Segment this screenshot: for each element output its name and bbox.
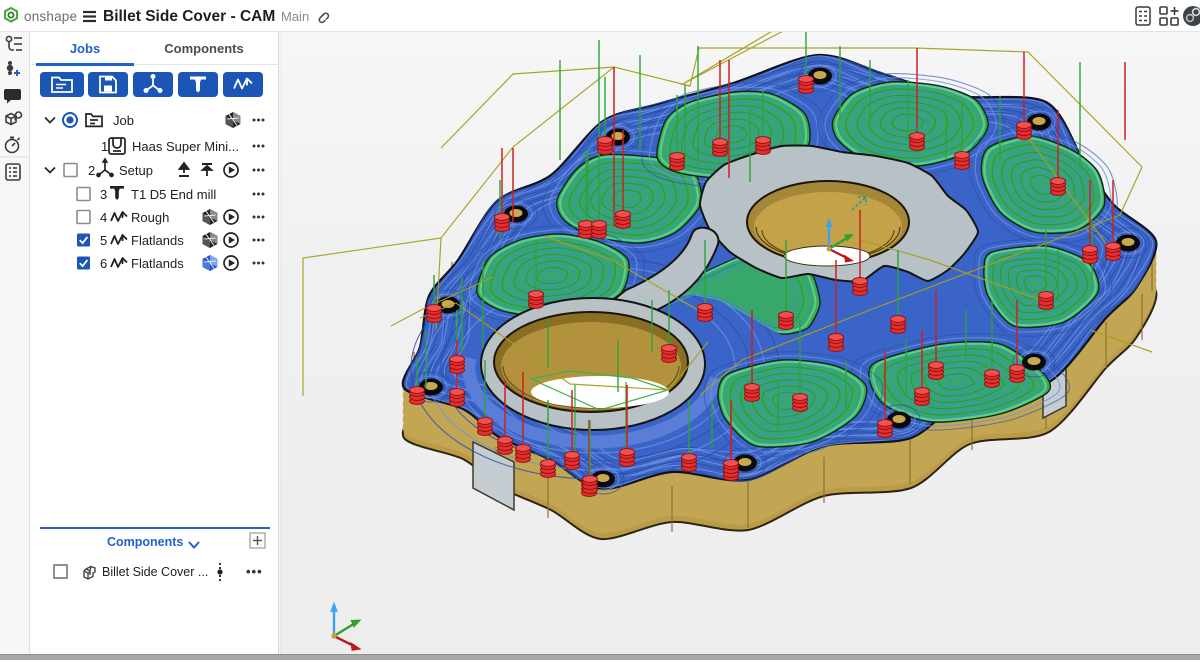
svg-text:Haas Super Mini...: Haas Super Mini... xyxy=(132,139,239,154)
svg-text:5: 5 xyxy=(100,233,107,248)
svg-text:Main: Main xyxy=(281,9,309,24)
svg-text:Flatlands: Flatlands xyxy=(131,233,184,248)
svg-text:Billet Side Cover ...: Billet Side Cover ... xyxy=(102,565,208,579)
svg-text:Rough: Rough xyxy=(131,210,169,225)
svg-text:2: 2 xyxy=(88,163,95,178)
svg-text:6: 6 xyxy=(100,256,107,271)
svg-text:•••: ••• xyxy=(246,564,263,579)
svg-text:T1 D5 End mill: T1 D5 End mill xyxy=(131,187,216,202)
svg-text:Flatlands: Flatlands xyxy=(131,256,184,271)
svg-text:4: 4 xyxy=(100,210,107,225)
svg-text:1: 1 xyxy=(101,139,108,154)
svg-text:3: 3 xyxy=(100,187,107,202)
svg-text:Setup: Setup xyxy=(119,163,153,178)
svg-text:Job: Job xyxy=(113,113,134,128)
svg-text:onshape: onshape xyxy=(24,9,77,24)
